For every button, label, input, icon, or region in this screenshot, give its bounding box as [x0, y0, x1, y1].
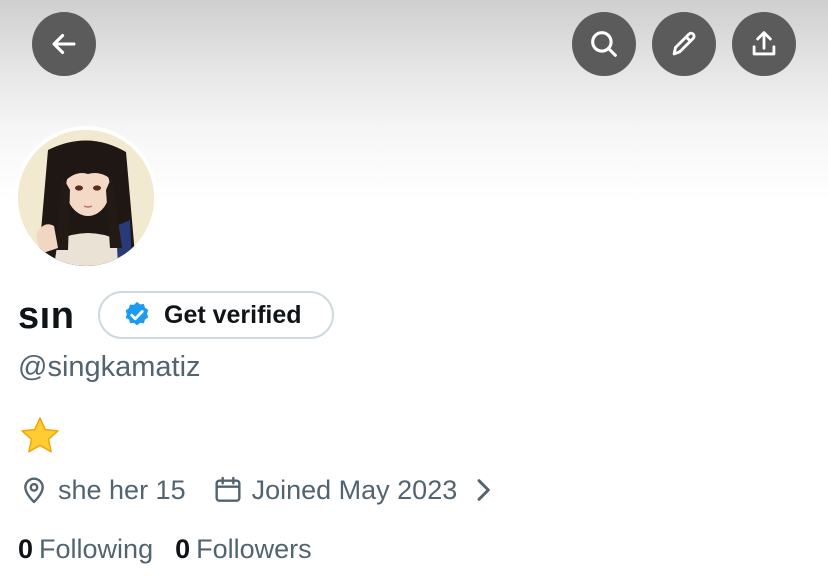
profile-meta: she her 15 Joined May 2023 — [18, 470, 507, 510]
joined-text: Joined May 2023 — [251, 474, 458, 505]
search-button[interactable] — [572, 12, 636, 76]
location-item: she her 15 — [18, 474, 186, 506]
star-icon — [21, 417, 59, 453]
following-link[interactable]: 0 Following — [18, 534, 153, 565]
avatar-image — [18, 130, 154, 266]
arrow-left-icon — [52, 33, 76, 55]
search-icon — [591, 31, 617, 57]
following-label: Following — [39, 533, 154, 564]
calendar-icon — [215, 476, 241, 502]
following-count: 0 — [18, 533, 34, 564]
pencil-icon — [672, 31, 696, 56]
location-pin-icon — [24, 477, 44, 504]
bio-star-emoji — [18, 414, 62, 458]
followers-label: Followers — [196, 533, 312, 564]
get-verified-label: Get verified — [164, 300, 302, 329]
location-text: she her 15 — [58, 474, 186, 505]
profile-name: sın — [18, 295, 75, 337]
followers-count: 0 — [175, 533, 191, 564]
back-button[interactable] — [32, 12, 96, 76]
edit-button[interactable] — [652, 12, 716, 76]
followers-link[interactable]: 0 Followers — [175, 534, 312, 565]
share-button[interactable] — [732, 12, 796, 76]
get-verified-button[interactable]: Get verified — [98, 291, 334, 339]
avatar[interactable] — [14, 126, 158, 270]
share-icon — [752, 31, 776, 56]
profile-handle: @singkamatiz — [18, 351, 201, 383]
chevron-right-icon — [477, 479, 491, 501]
joined-item[interactable]: Joined May 2023 — [212, 474, 508, 506]
verified-badge-icon — [125, 301, 149, 326]
follow-stats: 0 Following 0 Followers — [18, 530, 312, 568]
